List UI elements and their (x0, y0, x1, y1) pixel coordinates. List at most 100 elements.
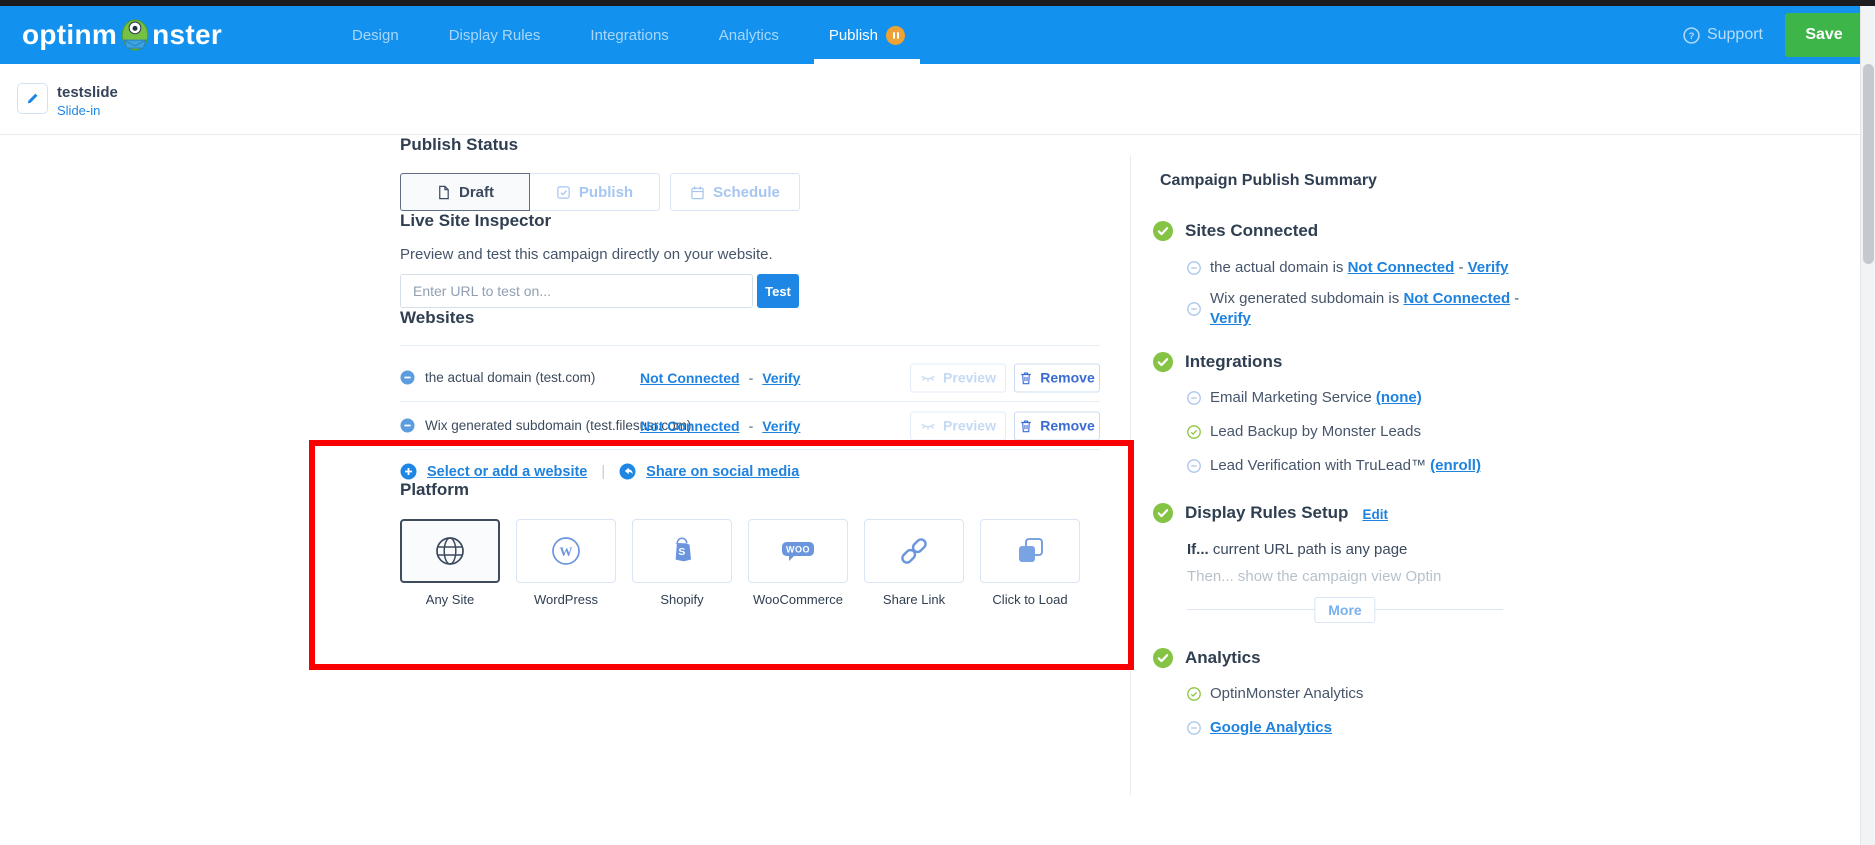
test-url-input[interactable] (400, 274, 753, 308)
websites-title: Websites (400, 308, 1100, 328)
preview-button[interactable]: Preview (910, 363, 1006, 392)
summary-section-integrations: Integrations (1153, 352, 1563, 372)
not-connected-link[interactable]: Not Connected (640, 418, 740, 434)
section-title: Sites Connected (1185, 221, 1318, 241)
website-links-row: Select or add a website | Share on socia… (400, 463, 1100, 480)
check-outline-icon (1187, 687, 1201, 701)
summary-item-text: OptinMonster Analytics (1210, 685, 1363, 702)
website-status: Not Connected - Verify (640, 418, 800, 434)
publish-main-panel: Publish Status Draft Publish Schedule Li… (400, 135, 1100, 607)
summary-item: OptinMonster Analytics (1187, 684, 1563, 704)
live-site-inspector-description: Preview and test this campaign directly … (400, 246, 1100, 263)
tab-analytics[interactable]: Analytics (719, 6, 779, 64)
verify-link[interactable]: Verify (762, 418, 800, 434)
platform-any-site[interactable]: Any Site (400, 519, 500, 607)
if-text: current URL path is any page (1213, 541, 1408, 558)
summary-item: Email Marketing Service (none) (1187, 388, 1563, 408)
summary-section-display-rules: Display Rules Setup Edit (1153, 503, 1563, 523)
platform-share-link[interactable]: Share Link (864, 519, 964, 607)
edit-campaign-button[interactable] (17, 83, 48, 114)
tab-design[interactable]: Design (352, 6, 399, 64)
not-connected-link[interactable]: Not Connected (640, 370, 740, 386)
check-square-icon (556, 185, 571, 200)
platform-picker: Any Site W WordPress S Shopify (400, 519, 1100, 607)
status-dash: - (749, 370, 754, 386)
not-connected-link[interactable]: Not Connected (1403, 290, 1510, 307)
schedule-label: Schedule (713, 184, 780, 201)
optinmonster-logo[interactable]: optinm nster (22, 6, 222, 64)
preview-button[interactable]: Preview (910, 411, 1006, 440)
platform-wordpress[interactable]: W WordPress (516, 519, 616, 607)
edit-display-rules-link[interactable]: Edit (1362, 507, 1388, 522)
shopify-icon: S (666, 534, 698, 568)
eye-closed-icon (920, 371, 936, 384)
support-link[interactable]: ? Support (1683, 6, 1763, 64)
wordpress-icon: W (549, 534, 583, 568)
display-rule-if: If... current URL path is any page (1187, 541, 1563, 558)
summary-item: Lead Verification with TruLead™ (enroll) (1187, 456, 1563, 476)
share-social-link[interactable]: Share on social media (646, 464, 799, 480)
svg-text:S: S (678, 547, 685, 558)
remove-label: Remove (1040, 370, 1094, 386)
publish-label: Publish (579, 184, 633, 201)
globe-icon (433, 534, 467, 568)
draft-button[interactable]: Draft (400, 173, 530, 211)
summary-title: Campaign Publish Summary (1160, 172, 1563, 190)
scrollbar[interactable] (1860, 6, 1875, 845)
pause-icon (886, 26, 905, 45)
verify-link[interactable]: Verify (1468, 259, 1509, 276)
remove-button[interactable]: Remove (1014, 363, 1100, 392)
test-button[interactable]: Test (757, 274, 799, 308)
if-prefix: If... (1187, 541, 1209, 558)
tab-integrations[interactable]: Integrations (590, 6, 668, 64)
verify-link[interactable]: Verify (1210, 310, 1251, 327)
trash-icon (1019, 370, 1033, 385)
svg-text:?: ? (1689, 31, 1695, 42)
campaign-type: Slide-in (57, 103, 100, 118)
summary-section-sites-connected: Sites Connected (1153, 221, 1563, 241)
summary-item: the actual domain is Not Connected - Ver… (1187, 258, 1563, 278)
platform-label: Click to Load (992, 592, 1067, 607)
more-divider: More (1187, 609, 1503, 610)
section-title: Analytics (1185, 648, 1261, 668)
platform-woocommerce[interactable]: WOO WooCommerce (748, 519, 848, 607)
logo-text-right: nster (152, 19, 222, 51)
more-button[interactable]: More (1314, 597, 1375, 623)
remove-label: Remove (1040, 418, 1094, 434)
section-title: Integrations (1185, 352, 1282, 372)
draft-label: Draft (459, 184, 494, 201)
platform-title: Platform (400, 480, 1100, 500)
verify-link[interactable]: Verify (762, 370, 800, 386)
display-rule-then: Then... show the campaign view Optin (1187, 568, 1563, 585)
google-analytics-link[interactable]: Google Analytics (1210, 719, 1332, 736)
trulead-enroll-link[interactable]: (enroll) (1430, 457, 1481, 474)
calendar-icon (690, 185, 705, 200)
remove-button[interactable]: Remove (1014, 411, 1100, 440)
publish-button[interactable]: Publish (530, 173, 660, 211)
website-status: Not Connected - Verify (640, 370, 800, 386)
trash-icon (1019, 418, 1033, 433)
minus-circle-icon (400, 418, 415, 433)
minus-circle-icon (400, 370, 415, 385)
summary-item-text: Lead Verification with TruLead™ (1210, 457, 1426, 474)
platform-click-to-load[interactable]: Click to Load (980, 519, 1080, 607)
svg-text:W: W (560, 544, 573, 559)
tab-display-rules[interactable]: Display Rules (449, 6, 541, 64)
email-service-link[interactable]: (none) (1376, 389, 1422, 406)
links-separator: | (601, 464, 605, 480)
save-button[interactable]: Save (1785, 13, 1863, 57)
click-to-load-icon (1013, 534, 1047, 568)
main-nav: Design Display Rules Integrations Analyt… (352, 6, 905, 64)
preview-label: Preview (943, 418, 996, 434)
summary-item: Wix generated subdomain is Not Connected… (1187, 289, 1563, 329)
platform-shopify[interactable]: S Shopify (632, 519, 732, 607)
minus-outline-icon (1187, 459, 1201, 473)
scrollbar-thumb[interactable] (1863, 64, 1874, 264)
status-dash: - (1514, 290, 1519, 307)
add-website-link[interactable]: Select or add a website (427, 464, 587, 480)
schedule-button[interactable]: Schedule (670, 173, 800, 211)
sidebar-divider (1130, 155, 1131, 795)
not-connected-link[interactable]: Not Connected (1348, 259, 1455, 276)
tab-publish[interactable]: Publish (829, 6, 905, 64)
minus-outline-icon (1187, 391, 1201, 405)
